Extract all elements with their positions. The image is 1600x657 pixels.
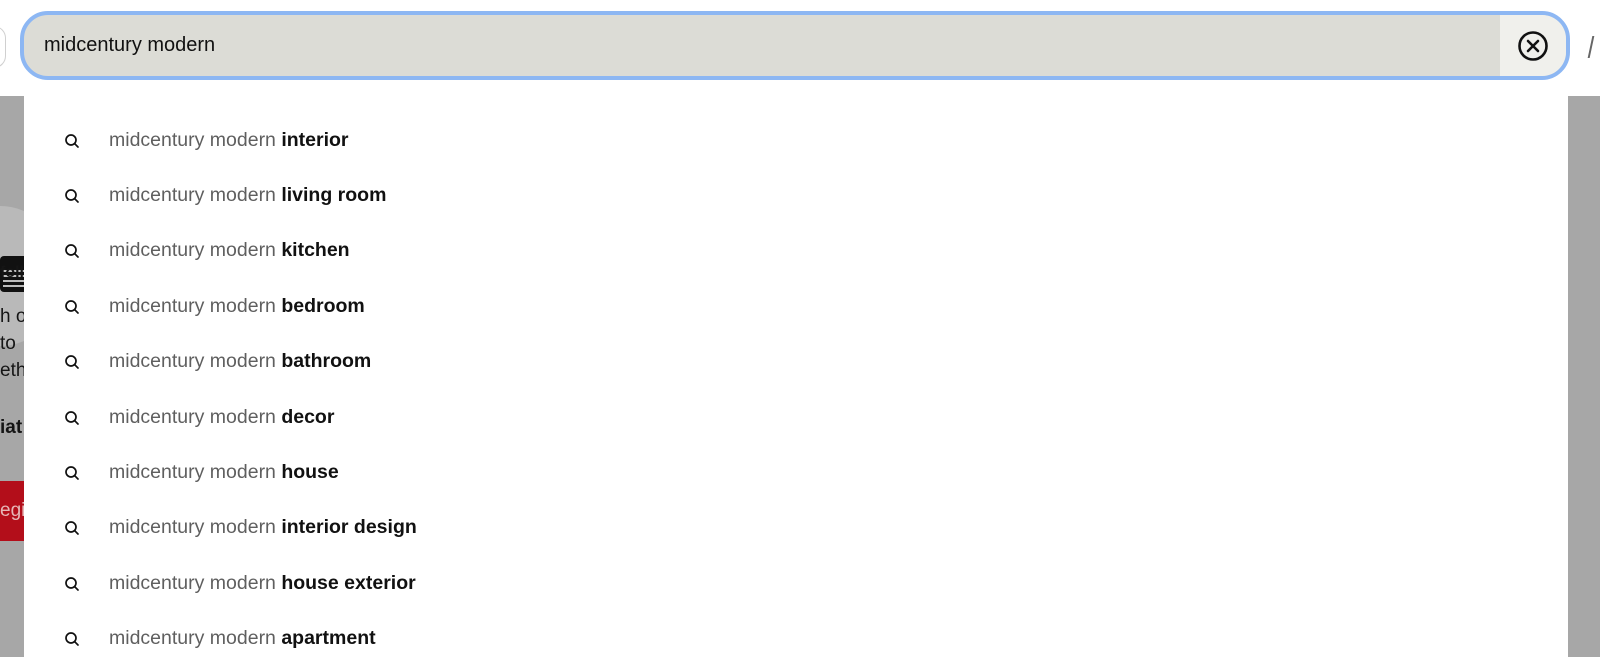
suggestion-completion: house (281, 461, 339, 483)
search-icon (64, 631, 80, 647)
suggestion-item[interactable]: midcentury modern interior (24, 113, 1568, 168)
suggestion-item[interactable]: midcentury modern house (24, 445, 1568, 500)
suggestion-query-prefix: midcentury modern (109, 461, 276, 483)
search-icon (64, 243, 80, 259)
suggestion-label: midcentury modern house (109, 461, 339, 484)
close-circle-icon (1518, 30, 1548, 61)
clear-search-button[interactable] (1500, 15, 1566, 76)
suggestion-completion: decor (281, 406, 335, 428)
suggestion-query-prefix: midcentury modern (109, 295, 276, 317)
bg-text-line: eth (0, 360, 27, 381)
suggestion-completion: bathroom (281, 350, 372, 372)
search-icon (64, 410, 80, 426)
notifications-icon[interactable] (1587, 36, 1600, 58)
suggestion-query-prefix: midcentury modern (109, 239, 276, 261)
suggestion-query-prefix: midcentury modern (109, 627, 276, 649)
suggestion-query-prefix: midcentury modern (109, 129, 276, 151)
suggestion-label: midcentury modern bathroom (109, 350, 371, 373)
search-icon (64, 465, 80, 481)
suggestion-completion: house exterior (281, 572, 416, 594)
search-icon (64, 133, 80, 149)
suggestion-item[interactable]: midcentury modern kitchen (24, 223, 1568, 278)
bg-text-line: h o (0, 306, 27, 327)
suggestion-label: midcentury modern bedroom (109, 295, 365, 318)
search-icon (64, 354, 80, 370)
search-icon (64, 188, 80, 204)
suggestion-completion: bedroom (281, 295, 365, 317)
suggestion-completion: living room (281, 184, 387, 206)
suggestion-label: midcentury modern apartment (109, 627, 376, 650)
back-button[interactable] (0, 26, 6, 68)
suggestion-item[interactable]: midcentury modern living room (24, 168, 1568, 223)
suggestion-label: midcentury modern house exterior (109, 572, 416, 595)
bg-text-line: iat (0, 417, 23, 438)
suggestion-label: midcentury modern interior design (109, 516, 417, 539)
suggestion-item[interactable]: midcentury modern apartment (24, 611, 1568, 657)
suggestion-label: midcentury modern living room (109, 184, 386, 207)
suggestion-label: midcentury modern decor (109, 406, 334, 429)
suggestion-query-prefix: midcentury modern (109, 184, 276, 206)
suggestion-label: midcentury modern kitchen (109, 239, 350, 262)
suggestion-item[interactable]: midcentury modern interior design (24, 500, 1568, 555)
suggestion-item[interactable]: midcentury modern decor (24, 390, 1568, 445)
register-button[interactable]: egi (0, 481, 26, 541)
search-icon (64, 299, 80, 315)
bg-text-line: to (0, 333, 16, 354)
suggestion-query-prefix: midcentury modern (109, 406, 276, 428)
suggestion-item[interactable]: midcentury modern bedroom (24, 279, 1568, 334)
page: foll h o to eth iat egi midcentury moder… (0, 0, 1600, 657)
suggestion-completion: interior design (281, 516, 417, 538)
search-input[interactable] (44, 15, 1484, 76)
suggestion-query-prefix: midcentury modern (109, 572, 276, 594)
suggestion-completion: kitchen (281, 239, 350, 261)
suggestion-query-prefix: midcentury modern (109, 350, 276, 372)
suggestion-completion: interior (281, 129, 349, 151)
suggestion-completion: apartment (281, 627, 376, 649)
suggestion-item[interactable]: midcentury modern house exterior (24, 556, 1568, 611)
search-bar[interactable] (20, 11, 1570, 80)
search-suggestions-dropdown: midcentury modern interior midcentury mo… (24, 96, 1568, 657)
suggestion-query-prefix: midcentury modern (109, 516, 276, 538)
search-icon (64, 520, 80, 536)
suggestion-label: midcentury modern interior (109, 129, 349, 152)
suggestion-item[interactable]: midcentury modern bathroom (24, 334, 1568, 389)
bg-follow-text: foll (0, 264, 24, 281)
search-icon (64, 576, 80, 592)
